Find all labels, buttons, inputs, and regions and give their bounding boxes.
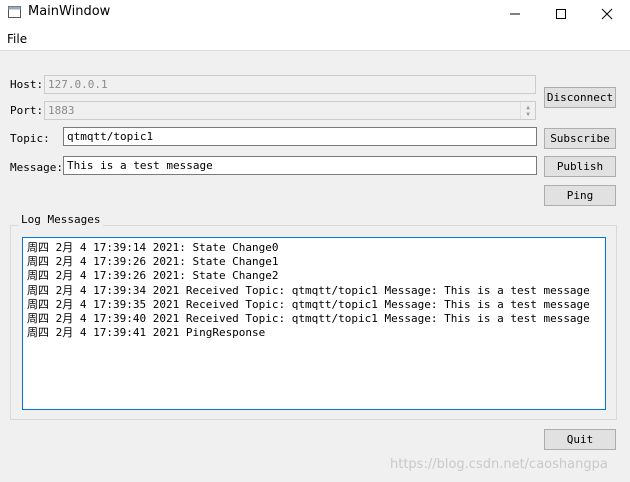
app-icon bbox=[8, 6, 21, 18]
disconnect-button[interactable]: Disconnect bbox=[544, 87, 616, 108]
log-line: 周四 2月 4 17:39:40 2021 Received Topic: qt… bbox=[27, 311, 590, 325]
close-button[interactable] bbox=[584, 0, 630, 27]
quit-button[interactable]: Quit bbox=[544, 429, 616, 450]
watermark: https://blog.csdn.net/caoshangpa bbox=[390, 457, 608, 472]
port-label: Port: bbox=[10, 104, 44, 117]
close-icon bbox=[601, 8, 613, 19]
log-line: 周四 2月 4 17:39:26 2021: State Change2 bbox=[27, 269, 279, 283]
log-group-title: Log Messages bbox=[18, 213, 104, 226]
publish-button[interactable]: Publish bbox=[544, 156, 616, 177]
chevron-up-icon[interactable]: ▲ bbox=[526, 104, 530, 111]
port-spinbox[interactable]: 1883 ▲ ▼ bbox=[44, 101, 536, 120]
message-label: Message: bbox=[10, 161, 63, 174]
log-line: 周四 2月 4 17:39:34 2021 Received Topic: qt… bbox=[27, 283, 590, 297]
topic-label: Topic: bbox=[10, 132, 50, 145]
minimize-icon bbox=[510, 13, 520, 14]
minimize-button[interactable] bbox=[492, 0, 538, 27]
host-input[interactable]: 127.0.0.1 bbox=[44, 75, 536, 94]
menu-bar bbox=[0, 27, 630, 50]
chevron-down-icon[interactable]: ▼ bbox=[526, 111, 530, 118]
menu-separator bbox=[0, 50, 630, 51]
host-label: Host: bbox=[10, 78, 44, 91]
spin-buttons[interactable]: ▲ ▼ bbox=[520, 102, 535, 119]
menu-file[interactable]: File bbox=[7, 32, 27, 46]
topic-input[interactable]: qtmqtt/topic1 bbox=[63, 127, 537, 146]
port-value: 1883 bbox=[48, 104, 75, 117]
ping-button[interactable]: Ping bbox=[544, 185, 616, 206]
log-line: 周四 2月 4 17:39:41 2021 PingResponse bbox=[27, 326, 266, 340]
subscribe-button[interactable]: Subscribe bbox=[544, 128, 616, 149]
maximize-button[interactable] bbox=[538, 0, 584, 27]
window-title: MainWindow bbox=[28, 4, 111, 19]
log-line: 周四 2月 4 17:39:14 2021: State Change0 bbox=[27, 241, 279, 254]
message-input[interactable]: This is a test message bbox=[63, 156, 537, 175]
log-line: 周四 2月 4 17:39:26 2021: State Change1 bbox=[27, 255, 279, 269]
log-textarea[interactable]: 周四 2月 4 17:39:14 2021: State Change0 周四 … bbox=[22, 237, 606, 410]
maximize-icon bbox=[556, 8, 566, 19]
log-line: 周四 2月 4 17:39:35 2021 Received Topic: qt… bbox=[27, 297, 590, 311]
